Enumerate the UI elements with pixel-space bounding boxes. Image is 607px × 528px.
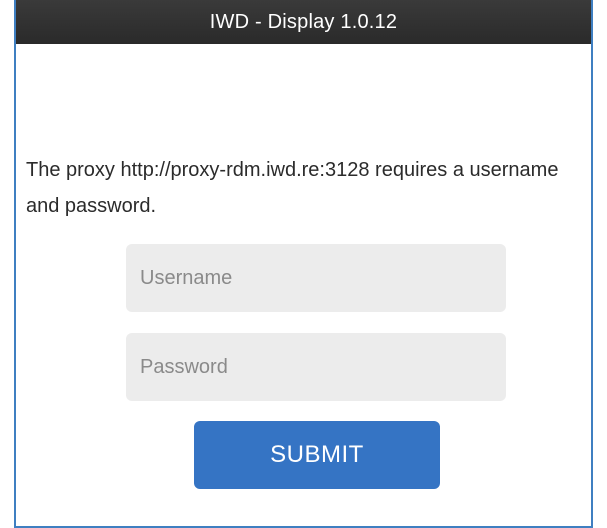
submit-button[interactable]: SUBMIT xyxy=(194,421,440,489)
proxy-auth-message: The proxy http://proxy-rdm.iwd.re:3128 r… xyxy=(26,159,559,217)
app-window: IWD - Display 1.0.12 The proxy http://pr… xyxy=(14,0,593,528)
username-input[interactable] xyxy=(126,244,506,312)
window-titlebar: IWD - Display 1.0.12 xyxy=(16,0,591,44)
password-input[interactable] xyxy=(126,333,506,401)
